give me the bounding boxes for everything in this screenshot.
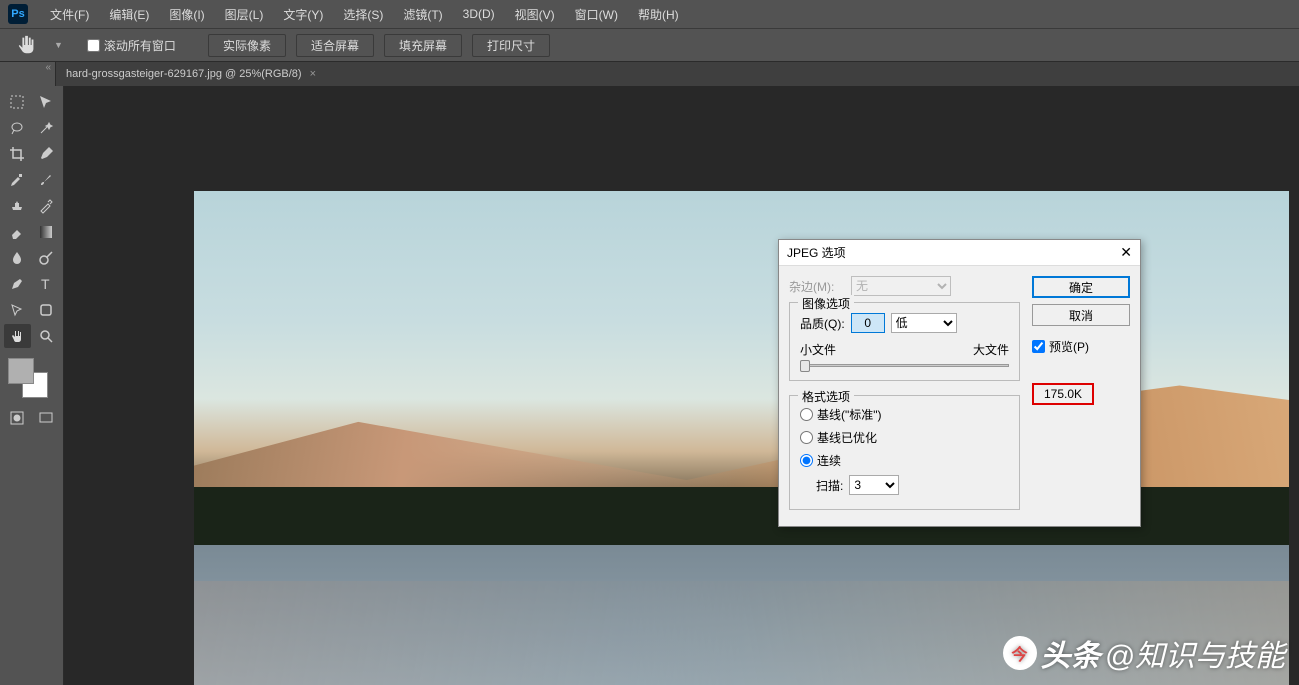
quick-mask-icon[interactable] bbox=[4, 406, 31, 430]
preview-checkbox[interactable]: 预览(P) bbox=[1032, 338, 1130, 355]
healing-brush-tool[interactable] bbox=[4, 168, 31, 192]
collapse-panels-icon[interactable] bbox=[0, 62, 56, 86]
scroll-all-checkbox[interactable]: 滚动所有窗口 bbox=[87, 37, 176, 54]
crop-tool[interactable] bbox=[4, 142, 31, 166]
path-selection-tool[interactable] bbox=[4, 298, 31, 322]
marquee-tool[interactable] bbox=[4, 90, 31, 114]
screen-mode-icon[interactable] bbox=[33, 406, 60, 430]
quality-input[interactable] bbox=[851, 313, 885, 333]
dodge-tool[interactable] bbox=[33, 246, 60, 270]
blur-tool[interactable] bbox=[4, 246, 31, 270]
menu-edit[interactable]: 编辑(E) bbox=[99, 6, 159, 23]
close-tab-icon[interactable]: × bbox=[310, 68, 316, 80]
progressive-radio[interactable]: 连续 bbox=[800, 452, 1009, 469]
format-options-legend: 格式选项 bbox=[798, 388, 854, 405]
matte-label: 杂边(M): bbox=[789, 278, 845, 295]
document-tab-bar: hard-grossgasteiger-629167.jpg @ 25%(RGB… bbox=[0, 62, 1299, 86]
scans-label: 扫描: bbox=[816, 477, 843, 494]
close-icon[interactable]: ✕ bbox=[1120, 244, 1132, 261]
hand-tool[interactable] bbox=[4, 324, 31, 348]
dialog-titlebar[interactable]: JPEG 选项 ✕ bbox=[779, 240, 1140, 266]
actual-pixels-button[interactable]: 实际像素 bbox=[208, 34, 286, 57]
menu-view[interactable]: 视图(V) bbox=[505, 6, 565, 23]
jpeg-options-dialog: JPEG 选项 ✕ 杂边(M): 无 图像选项 品质(Q): 低 bbox=[778, 239, 1141, 527]
magic-wand-tool[interactable] bbox=[33, 116, 60, 140]
baseline-optimized-radio[interactable]: 基线已优化 bbox=[800, 429, 1009, 446]
quality-label: 品质(Q): bbox=[800, 315, 845, 332]
document-tab-title: hard-grossgasteiger-629167.jpg @ 25%(RGB… bbox=[66, 68, 302, 80]
toolbox: T bbox=[0, 86, 64, 685]
hand-tool-icon bbox=[16, 34, 38, 56]
quality-slider[interactable] bbox=[800, 360, 1009, 372]
format-options-fieldset: 格式选项 基线("标准") 基线已优化 连续 扫描: 3 bbox=[789, 395, 1020, 510]
ok-button[interactable]: 确定 bbox=[1032, 276, 1130, 298]
history-brush-tool[interactable] bbox=[33, 194, 60, 218]
menu-3d[interactable]: 3D(D) bbox=[453, 7, 505, 21]
svg-text:T: T bbox=[41, 276, 50, 292]
menu-file[interactable]: 文件(F) bbox=[40, 6, 99, 23]
menu-image[interactable]: 图像(I) bbox=[159, 6, 214, 23]
menu-filter[interactable]: 滤镜(T) bbox=[393, 6, 452, 23]
lasso-tool[interactable] bbox=[4, 116, 31, 140]
watermark-icon: 今 bbox=[1003, 636, 1037, 670]
pen-tool[interactable] bbox=[4, 272, 31, 296]
menu-select[interactable]: 选择(S) bbox=[333, 6, 393, 23]
menu-window[interactable]: 窗口(W) bbox=[565, 6, 628, 23]
large-file-label: 大文件 bbox=[973, 341, 1009, 358]
menu-type[interactable]: 文字(Y) bbox=[273, 6, 333, 23]
watermark-brand: 头条 bbox=[1041, 631, 1101, 675]
color-swatches[interactable] bbox=[8, 358, 48, 398]
type-tool[interactable]: T bbox=[33, 272, 60, 296]
watermark-text: @知识与技能 bbox=[1105, 631, 1285, 675]
image-options-fieldset: 图像选项 品质(Q): 低 小文件 大文件 bbox=[789, 302, 1020, 381]
image-options-legend: 图像选项 bbox=[798, 295, 854, 312]
document-tab[interactable]: hard-grossgasteiger-629167.jpg @ 25%(RGB… bbox=[56, 62, 326, 86]
app-logo: Ps bbox=[8, 4, 28, 24]
baseline-standard-radio[interactable]: 基线("标准") bbox=[800, 406, 1009, 423]
menu-layer[interactable]: 图层(L) bbox=[215, 6, 274, 23]
gradient-tool[interactable] bbox=[33, 220, 60, 244]
dialog-title: JPEG 选项 bbox=[787, 244, 846, 261]
fit-screen-button[interactable]: 适合屏幕 bbox=[296, 34, 374, 57]
cancel-button[interactable]: 取消 bbox=[1032, 304, 1130, 326]
print-size-button[interactable]: 打印尺寸 bbox=[472, 34, 550, 57]
foreground-color-swatch[interactable] bbox=[8, 358, 34, 384]
watermark: 今 头条 @知识与技能 bbox=[1003, 631, 1285, 675]
filesize-readout: 175.0K bbox=[1032, 383, 1094, 405]
quality-preset-select[interactable]: 低 bbox=[891, 313, 957, 333]
tool-preset-dropdown-icon[interactable]: ▼ bbox=[54, 40, 63, 50]
clone-stamp-tool[interactable] bbox=[4, 194, 31, 218]
brush-tool[interactable] bbox=[33, 168, 60, 192]
menu-help[interactable]: 帮助(H) bbox=[628, 6, 689, 23]
scans-select[interactable]: 3 bbox=[849, 475, 899, 495]
zoom-tool[interactable] bbox=[33, 324, 60, 348]
move-tool[interactable] bbox=[33, 90, 60, 114]
shape-tool[interactable] bbox=[33, 298, 60, 322]
small-file-label: 小文件 bbox=[800, 341, 836, 358]
slider-thumb[interactable] bbox=[800, 360, 810, 372]
menu-bar: Ps 文件(F) 编辑(E) 图像(I) 图层(L) 文字(Y) 选择(S) 滤… bbox=[0, 0, 1299, 28]
options-bar: ▼ 滚动所有窗口 实际像素 适合屏幕 填充屏幕 打印尺寸 bbox=[0, 28, 1299, 62]
eraser-tool[interactable] bbox=[4, 220, 31, 244]
eyedropper-tool[interactable] bbox=[33, 142, 60, 166]
matte-select: 无 bbox=[851, 276, 951, 296]
fill-screen-button[interactable]: 填充屏幕 bbox=[384, 34, 462, 57]
